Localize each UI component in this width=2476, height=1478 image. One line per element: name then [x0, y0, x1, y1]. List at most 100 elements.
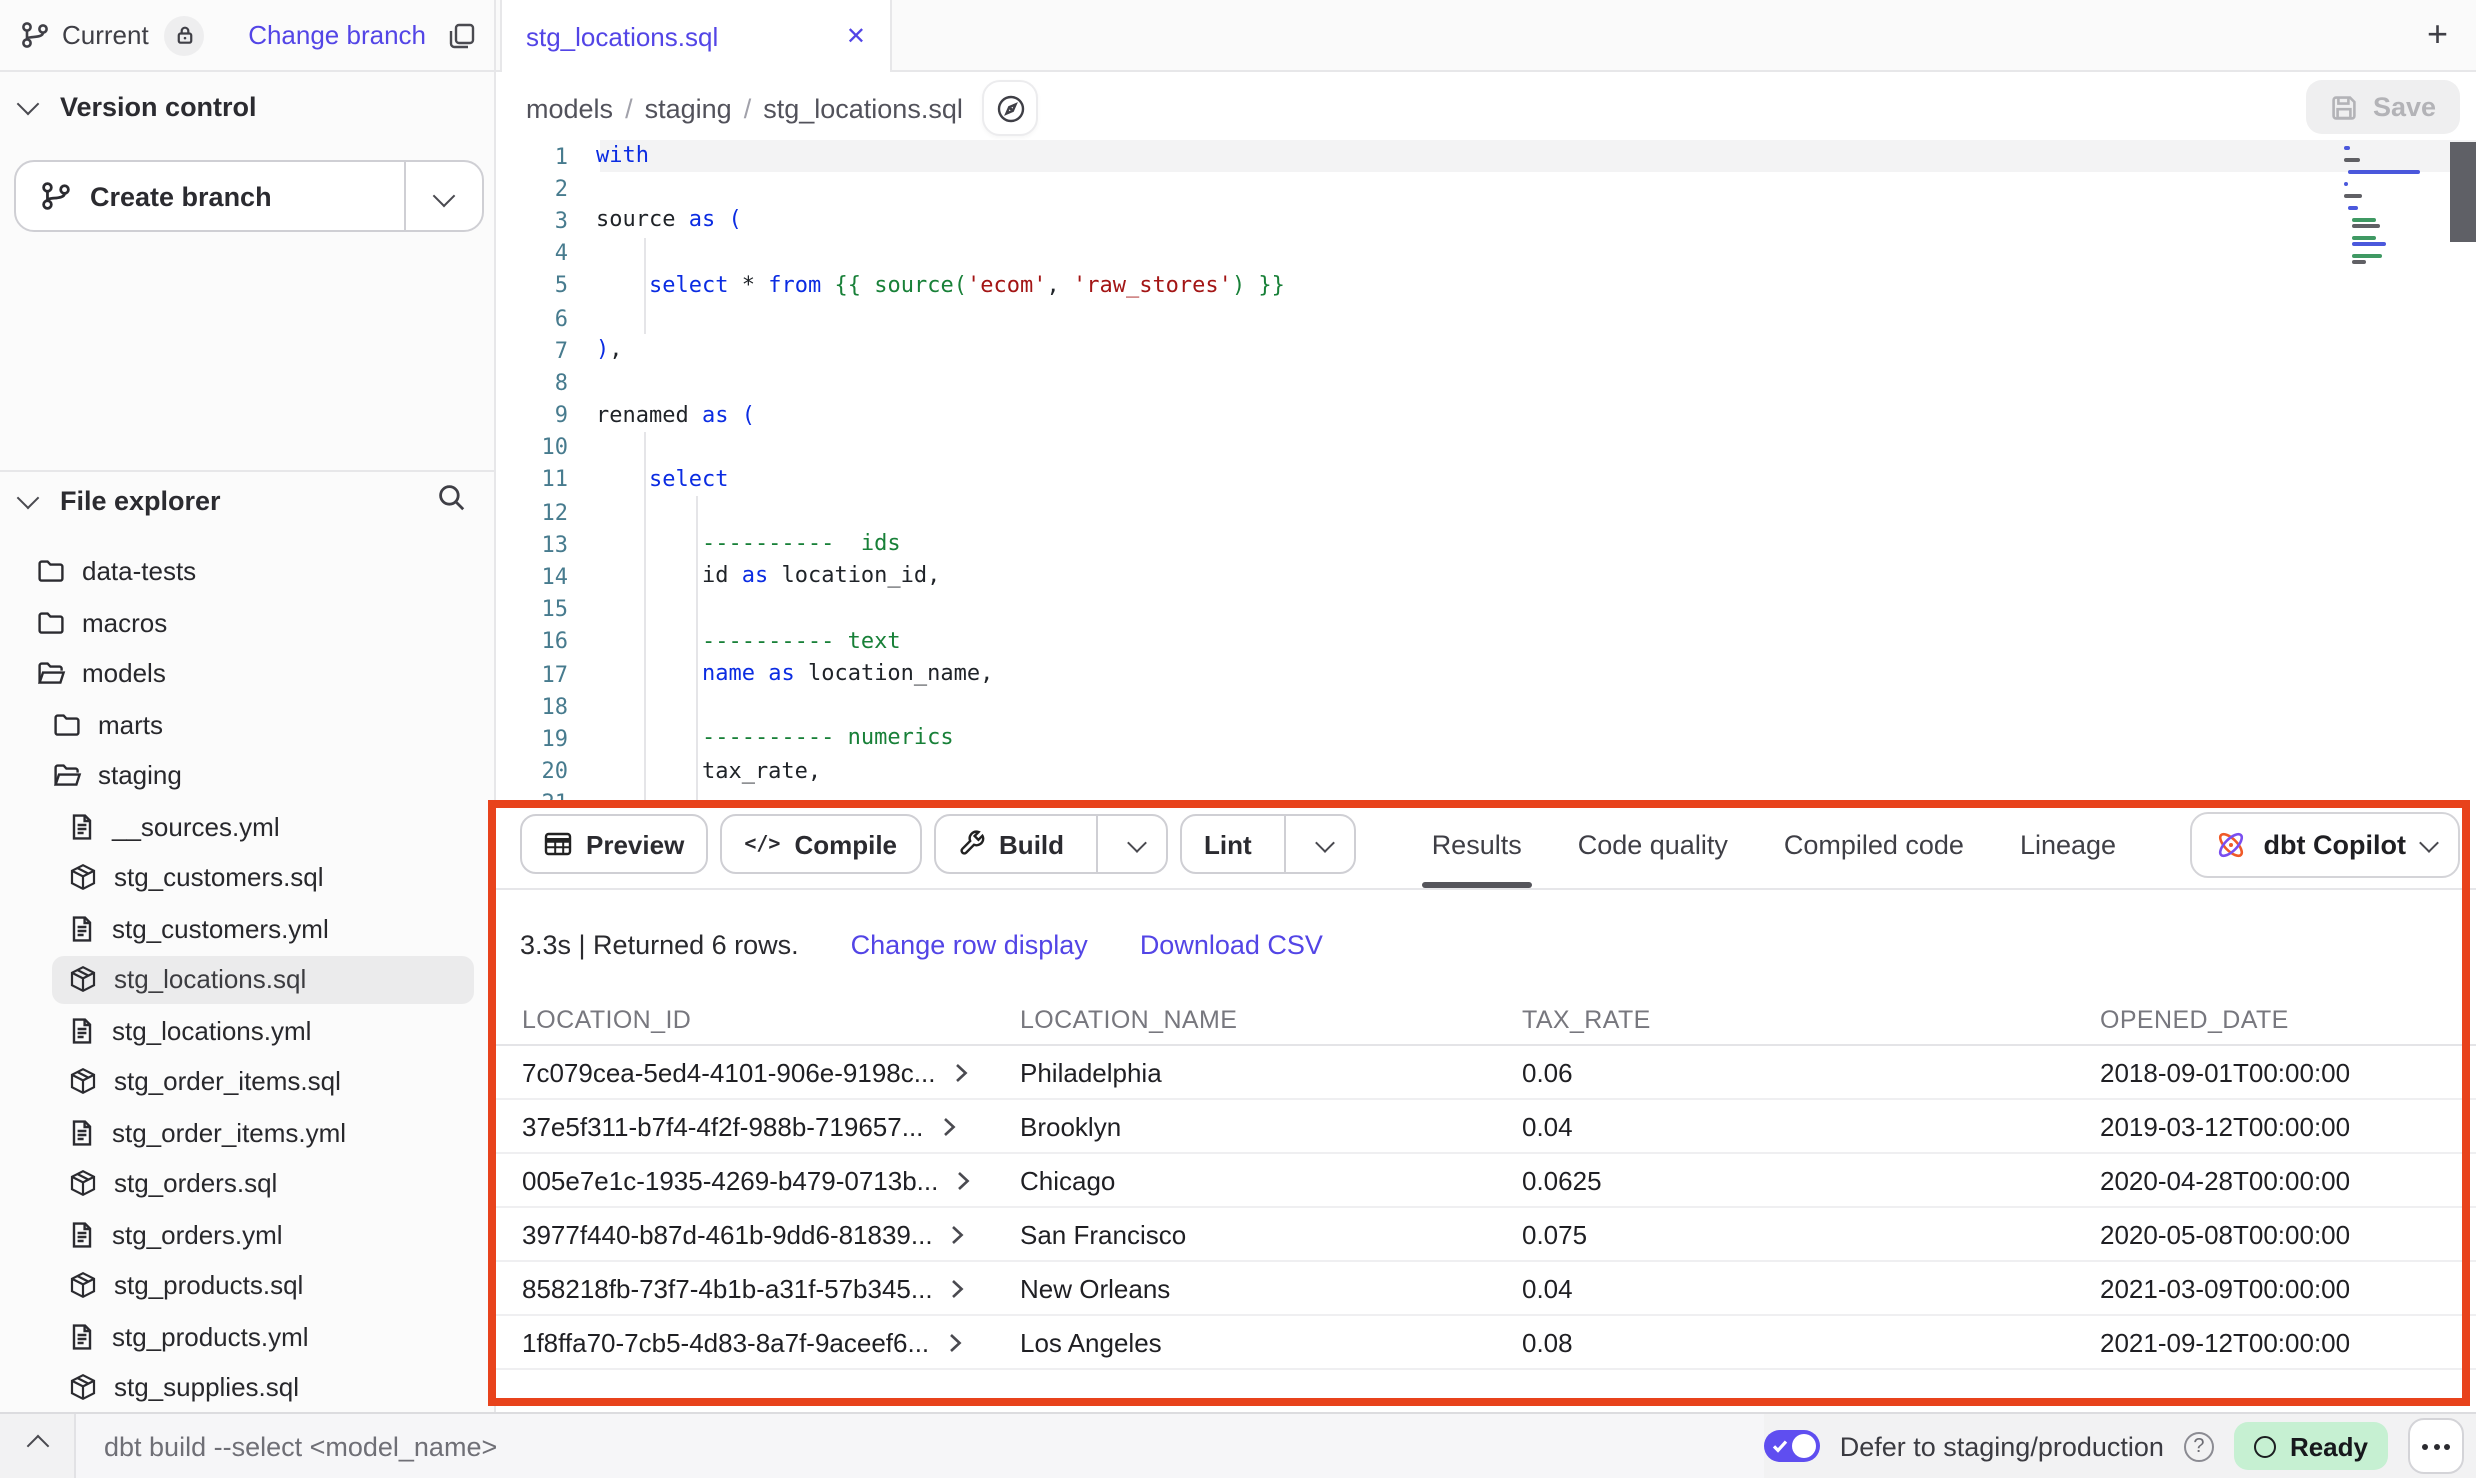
file-item-stg-orders-yml[interactable]: stg_orders.yml: [0, 1209, 494, 1260]
code-line-3[interactable]: 3source as (: [496, 205, 2476, 237]
code-line-10[interactable]: 10: [496, 431, 2476, 463]
code-line-4[interactable]: 4: [496, 237, 2476, 269]
chevron-up-icon: [26, 1435, 49, 1458]
git-branch-icon: [40, 180, 72, 212]
compile-button[interactable]: </> Compile: [720, 814, 921, 874]
lineage-compass-button[interactable]: [983, 80, 1039, 136]
close-icon[interactable]: ✕: [846, 22, 866, 50]
collapse-panel-button[interactable]: [0, 1414, 76, 1478]
code-line-11[interactable]: 11 select: [496, 464, 2476, 496]
minimap-line: [2353, 224, 2380, 228]
expand-row-icon[interactable]: [954, 1169, 972, 1191]
file-item-stg-locations-yml[interactable]: stg_locations.yml: [0, 1005, 494, 1056]
lint-button[interactable]: Lint: [1180, 814, 1356, 874]
code-line-19[interactable]: 19 ---------- numerics: [496, 723, 2476, 755]
folder-icon: [52, 710, 82, 740]
minimap-line: [2348, 170, 2420, 174]
file-item--sources-yml[interactable]: __sources.yml: [0, 801, 494, 852]
dbt-command-input[interactable]: dbt build --select <model_name>: [76, 1414, 1764, 1478]
file-item-marts[interactable]: marts: [0, 699, 494, 750]
code-line-2[interactable]: 2: [496, 172, 2476, 204]
table-row[interactable]: 37e5f311-b7f4-4f2f-988b-719657...Brookly…: [496, 1100, 2476, 1154]
file-item-data-tests[interactable]: data-tests: [0, 546, 494, 597]
file-item-stg-customers-yml[interactable]: stg_customers.yml: [0, 903, 494, 954]
breadcrumb-row: models / staging / stg_locations.sql Sav…: [496, 72, 2476, 144]
build-button[interactable]: Build: [933, 814, 1168, 874]
table-row[interactable]: 7c079cea-5ed4-4101-906e-9198c...Philadel…: [496, 1046, 2476, 1100]
expand-row-icon[interactable]: [945, 1331, 963, 1353]
code-line-12[interactable]: 12: [496, 496, 2476, 528]
change-row-display-link[interactable]: Change row display: [851, 929, 1088, 959]
code-line-8[interactable]: 8: [496, 367, 2476, 399]
copy-icon[interactable]: [448, 21, 476, 49]
folder-icon: [36, 557, 66, 587]
expand-row-icon[interactable]: [939, 1115, 957, 1137]
expand-row-icon[interactable]: [949, 1277, 967, 1299]
build-dropdown[interactable]: [1112, 839, 1144, 849]
breadcrumb: models / staging / stg_locations.sql: [526, 93, 963, 123]
minimap-line: [2344, 158, 2361, 162]
editor-scrollbar[interactable]: [2450, 142, 2476, 242]
code-editor[interactable]: 1with23source as (45 select * from {{ so…: [496, 140, 2476, 800]
doc-icon: [68, 812, 96, 842]
doc-icon: [68, 1016, 96, 1046]
code-line-14[interactable]: 14 id as location_id,: [496, 561, 2476, 593]
tab-compiled-code[interactable]: Compiled code: [1784, 800, 1964, 888]
download-csv-link[interactable]: Download CSV: [1140, 929, 1323, 959]
code-line-20[interactable]: 20 tax_rate,: [496, 755, 2476, 787]
code-line-7[interactable]: 7),: [496, 334, 2476, 366]
cell: 0.08: [1522, 1327, 2100, 1357]
preview-button[interactable]: Preview: [520, 814, 708, 874]
file-item-stg-supplies-sql[interactable]: stg_supplies.sql: [0, 1362, 494, 1413]
dbt-copilot-button[interactable]: dbt Copilot: [2190, 812, 2460, 878]
code-line-15[interactable]: 15: [496, 593, 2476, 625]
file-item-stg-orders-sql[interactable]: stg_orders.sql: [0, 1158, 494, 1209]
file-explorer-header[interactable]: File explorer: [20, 486, 484, 516]
code-line-1[interactable]: 1with: [496, 140, 2476, 172]
code-line-17[interactable]: 17 name as location_name,: [496, 658, 2476, 690]
tab-lineage[interactable]: Lineage: [2020, 800, 2116, 888]
expand-row-icon[interactable]: [951, 1061, 969, 1083]
code-line-13[interactable]: 13 ---------- ids: [496, 529, 2476, 561]
create-branch-dropdown[interactable]: [406, 162, 482, 230]
expand-row-icon[interactable]: [949, 1223, 967, 1245]
file-item-stg-locations-sql[interactable]: stg_locations.sql: [0, 954, 494, 1005]
defer-toggle[interactable]: [1764, 1430, 1820, 1462]
help-icon[interactable]: ?: [2184, 1431, 2214, 1461]
save-button[interactable]: Save: [2307, 80, 2460, 134]
table-row[interactable]: 858218fb-73f7-4b1b-a31f-57b345...New Orl…: [496, 1262, 2476, 1316]
change-branch-link[interactable]: Change branch: [248, 20, 426, 50]
version-control-header[interactable]: Version control: [20, 92, 257, 122]
tab-code-quality[interactable]: Code quality: [1578, 800, 1728, 888]
new-tab-button[interactable]: +: [2427, 14, 2448, 54]
code-line-6[interactable]: 6: [496, 302, 2476, 334]
file-item-models[interactable]: models: [0, 648, 494, 699]
code-line-9[interactable]: 9renamed as (: [496, 399, 2476, 431]
file-item-stg-order-items-sql[interactable]: stg_order_items.sql: [0, 1056, 494, 1107]
search-icon[interactable]: [436, 482, 468, 520]
lint-dropdown[interactable]: [1300, 839, 1332, 849]
file-item-stg-products-yml[interactable]: stg_products.yml: [0, 1311, 494, 1362]
file-item-stg-customers-sql[interactable]: stg_customers.sql: [0, 852, 494, 903]
breadcrumb-segment[interactable]: staging: [645, 93, 732, 123]
create-branch-button[interactable]: Create branch: [14, 160, 484, 232]
table-row[interactable]: 005e7e1c-1935-4269-b479-0713b...Chicago0…: [496, 1154, 2476, 1208]
code-line-21[interactable]: 21: [496, 788, 2476, 801]
breadcrumb-segment[interactable]: models: [526, 93, 613, 123]
file-item-macros[interactable]: macros: [0, 597, 494, 648]
code-line-18[interactable]: 18: [496, 690, 2476, 722]
table-row[interactable]: 3977f440-b87d-461b-9dd6-81839...San Fran…: [496, 1208, 2476, 1262]
code-line-16[interactable]: 16 ---------- text: [496, 626, 2476, 658]
tab-results[interactable]: Results: [1432, 800, 1522, 888]
indent-guide: [696, 496, 698, 800]
code-line-5[interactable]: 5 select * from {{ source('ecom', 'raw_s…: [496, 270, 2476, 302]
lock-icon: [174, 24, 196, 46]
file-item-stg-order-items-yml[interactable]: stg_order_items.yml: [0, 1107, 494, 1158]
more-options-button[interactable]: [2408, 1418, 2464, 1474]
table-row[interactable]: 1f8ffa70-7cb5-4d83-8a7f-9aceef6...Los An…: [496, 1316, 2476, 1370]
results-panel: Preview </> Compile Build Lint Results C…: [496, 800, 2476, 1406]
file-item-staging[interactable]: staging: [0, 750, 494, 801]
file-item-stg-products-sql[interactable]: stg_products.sql: [0, 1260, 494, 1311]
breadcrumb-segment[interactable]: stg_locations.sql: [763, 93, 963, 123]
tab-stg-locations-sql[interactable]: stg_locations.sql ✕: [500, 0, 892, 72]
